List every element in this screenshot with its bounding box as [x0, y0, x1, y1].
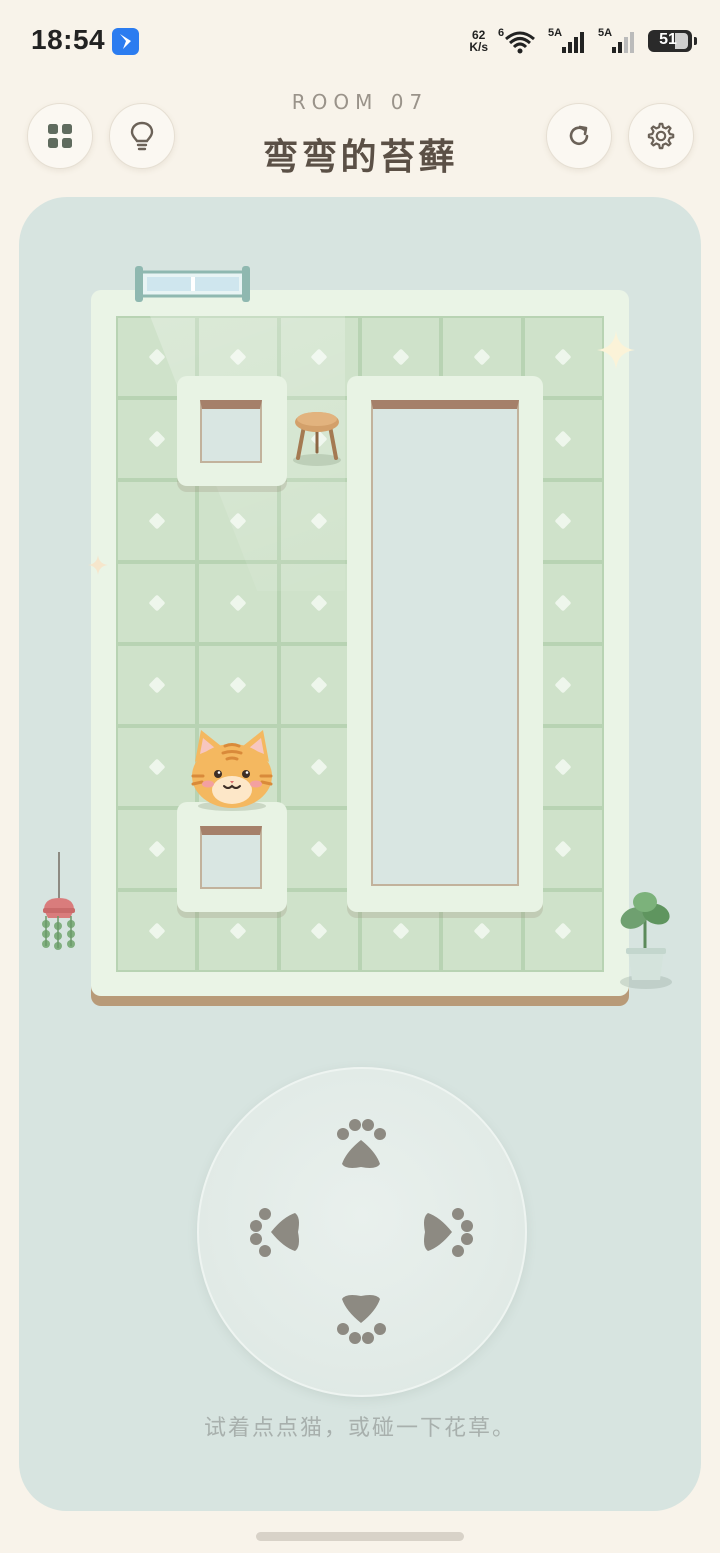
net-speed-unit: K/s [469, 40, 488, 54]
app-notification-icon [112, 28, 139, 55]
tile-diamond [554, 594, 572, 612]
tile-diamond [148, 430, 166, 448]
tile-diamond [148, 758, 166, 776]
room-label: ROOM 07 [291, 90, 429, 114]
tile-diamond [310, 594, 328, 612]
level-title: 弯弯的苔藓 [262, 137, 458, 178]
tile-diamond [473, 348, 491, 366]
tile-diamond [392, 922, 410, 940]
stool-icon[interactable] [288, 408, 346, 468]
tile-diamond [473, 922, 491, 940]
window-icon [135, 266, 250, 302]
signal-sim1-icon: 5A [548, 27, 588, 55]
restart-icon [569, 125, 589, 145]
battery-icon: 51 [648, 30, 697, 52]
tile-diamond [148, 594, 166, 612]
clock: 18:54 [31, 24, 106, 55]
paw-down-icon[interactable] [330, 1289, 392, 1351]
paw-up-icon[interactable] [330, 1112, 392, 1174]
hint-text: 试着点点猫，或碰一下花草。 [203, 1416, 516, 1441]
battery-percent: 51 [659, 31, 677, 48]
tile-diamond [310, 676, 328, 694]
tile-diamond [148, 348, 166, 366]
paw-right-icon[interactable] [418, 1201, 480, 1263]
home-indicator[interactable] [256, 1532, 464, 1541]
floor-tile [199, 564, 277, 642]
tile-diamond [148, 512, 166, 530]
tile-diamond [148, 676, 166, 694]
tile-diamond [310, 348, 328, 366]
tile-diamond [310, 512, 328, 530]
tile-diamond [229, 348, 247, 366]
tile-diamond [148, 922, 166, 940]
tile-diamond [554, 676, 572, 694]
potted-plant-icon[interactable] [614, 888, 674, 992]
tile-diamond [229, 922, 247, 940]
signal-sim2-icon: 5A [598, 27, 638, 55]
wall-block-small-bottom [177, 802, 287, 912]
tile-diamond [310, 758, 328, 776]
tile-diamond [392, 348, 410, 366]
tile-diamond [554, 840, 572, 858]
tile-diamond [554, 512, 572, 530]
sparkle-icon [88, 555, 108, 575]
tile-diamond [554, 922, 572, 940]
floor-tile [118, 646, 196, 724]
cat-icon[interactable] [187, 726, 277, 812]
paw-left-icon[interactable] [243, 1201, 305, 1263]
wall-block-large [347, 376, 543, 912]
floor-tile [118, 728, 196, 806]
tile-diamond [148, 840, 166, 858]
sparkle-icon [597, 331, 635, 369]
tile-diamond [229, 594, 247, 612]
tile-diamond [229, 512, 247, 530]
net-speed: 62 K/s [469, 29, 488, 53]
floor-tile [199, 646, 277, 724]
settings-button[interactable] [628, 103, 694, 169]
tile-diamond [554, 758, 572, 776]
tile-diamond [554, 430, 572, 448]
floor-tile [199, 482, 277, 560]
wall-block-small-top [177, 376, 287, 486]
tile-diamond [310, 840, 328, 858]
restart-button[interactable] [546, 103, 612, 169]
wifi-icon: 6 [498, 27, 538, 55]
tile-diamond [554, 348, 572, 366]
floor-tile [118, 482, 196, 560]
gear-icon [647, 122, 675, 150]
tile-diamond [229, 676, 247, 694]
floor-tile [118, 564, 196, 642]
hanging-plant-icon[interactable] [38, 852, 82, 952]
tile-diamond [310, 922, 328, 940]
status-bar: 18:54 62 K/s 6 5A 5A 51 [0, 0, 720, 84]
